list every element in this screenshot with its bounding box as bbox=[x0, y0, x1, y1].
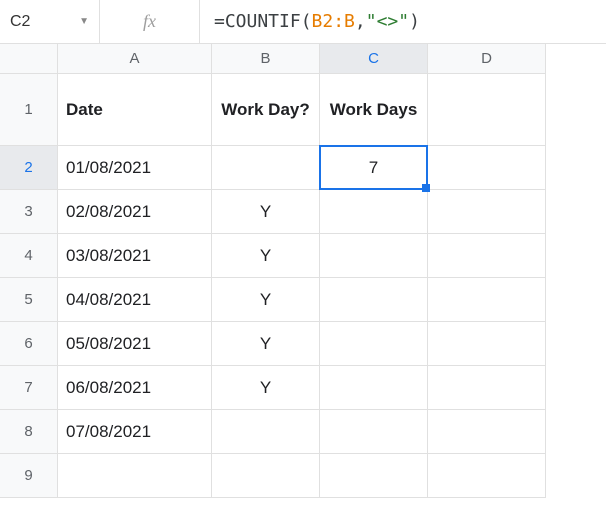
cell-A2[interactable]: 01/08/2021 bbox=[58, 146, 212, 190]
cell-B3[interactable]: Y bbox=[212, 190, 320, 234]
cell-A7[interactable]: 06/08/2021 bbox=[58, 366, 212, 410]
cell-C6[interactable] bbox=[320, 322, 428, 366]
cell-B1[interactable]: Work Day? bbox=[212, 74, 320, 146]
cell-A1-value: Date bbox=[66, 100, 103, 120]
col-header-D[interactable]: D bbox=[428, 44, 546, 74]
active-cell-outline: 7 bbox=[319, 145, 428, 190]
formula-range: B2:B bbox=[312, 11, 355, 32]
row-header-7[interactable]: 7 bbox=[0, 366, 58, 410]
fx-icon[interactable]: fx bbox=[100, 0, 200, 43]
formula-string: "<>" bbox=[366, 11, 409, 32]
cell-D3[interactable] bbox=[428, 190, 546, 234]
row-header-4[interactable]: 4 bbox=[0, 234, 58, 278]
cell-B7-value: Y bbox=[260, 378, 271, 398]
cell-B3-value: Y bbox=[260, 202, 271, 222]
cell-A8[interactable]: 07/08/2021 bbox=[58, 410, 212, 454]
cell-B1-value: Work Day? bbox=[221, 100, 310, 120]
cell-D9[interactable] bbox=[428, 454, 546, 498]
formula-comma: , bbox=[355, 11, 366, 32]
cell-B4[interactable]: Y bbox=[212, 234, 320, 278]
cell-A4[interactable]: 03/08/2021 bbox=[58, 234, 212, 278]
cell-B6[interactable]: Y bbox=[212, 322, 320, 366]
col-header-C[interactable]: C bbox=[320, 44, 428, 74]
cell-A6-value: 05/08/2021 bbox=[66, 334, 151, 354]
name-box-dropdown-icon[interactable]: ▼ bbox=[79, 16, 89, 27]
cell-C5[interactable] bbox=[320, 278, 428, 322]
row-header-8[interactable]: 8 bbox=[0, 410, 58, 454]
row-header-6[interactable]: 6 bbox=[0, 322, 58, 366]
cell-C2-value: 7 bbox=[369, 158, 378, 178]
formula-close-paren: ) bbox=[409, 11, 420, 32]
formula-open-paren: ( bbox=[301, 11, 312, 32]
cell-C4[interactable] bbox=[320, 234, 428, 278]
fill-handle[interactable] bbox=[422, 184, 430, 192]
formula-func: =COUNTIF bbox=[214, 11, 301, 32]
cell-B8[interactable] bbox=[212, 410, 320, 454]
col-header-B[interactable]: B bbox=[212, 44, 320, 74]
cell-A3-value: 02/08/2021 bbox=[66, 202, 151, 222]
spreadsheet-grid[interactable]: A B C D 1 Date Work Day? Work Days 2 01/… bbox=[0, 44, 606, 498]
cell-A5[interactable]: 04/08/2021 bbox=[58, 278, 212, 322]
cell-B5[interactable]: Y bbox=[212, 278, 320, 322]
cell-A8-value: 07/08/2021 bbox=[66, 422, 151, 442]
row-header-9[interactable]: 9 bbox=[0, 454, 58, 498]
cell-D6[interactable] bbox=[428, 322, 546, 366]
formula-input[interactable]: =COUNTIF(B2:B,"<>") bbox=[200, 0, 606, 43]
cell-B5-value: Y bbox=[260, 290, 271, 310]
row-header-3[interactable]: 3 bbox=[0, 190, 58, 234]
cell-B6-value: Y bbox=[260, 334, 271, 354]
select-all-corner[interactable] bbox=[0, 44, 58, 74]
cell-C1-value: Work Days bbox=[330, 100, 418, 120]
cell-B2[interactable] bbox=[212, 146, 320, 190]
formula-bar: C2 ▼ fx =COUNTIF(B2:B,"<>") bbox=[0, 0, 606, 44]
cell-D8[interactable] bbox=[428, 410, 546, 454]
cell-C2[interactable]: 7 bbox=[320, 146, 428, 190]
cell-A2-value: 01/08/2021 bbox=[66, 158, 151, 178]
cell-D1[interactable] bbox=[428, 74, 546, 146]
row-header-2[interactable]: 2 bbox=[0, 146, 58, 190]
cell-A7-value: 06/08/2021 bbox=[66, 378, 151, 398]
cell-A1[interactable]: Date bbox=[58, 74, 212, 146]
cell-C3[interactable] bbox=[320, 190, 428, 234]
col-header-A[interactable]: A bbox=[58, 44, 212, 74]
row-header-1[interactable]: 1 bbox=[0, 74, 58, 146]
cell-A6[interactable]: 05/08/2021 bbox=[58, 322, 212, 366]
cell-C7[interactable] bbox=[320, 366, 428, 410]
cell-D7[interactable] bbox=[428, 366, 546, 410]
cell-D2[interactable] bbox=[428, 146, 546, 190]
cell-D4[interactable] bbox=[428, 234, 546, 278]
cell-B4-value: Y bbox=[260, 246, 271, 266]
cell-C8[interactable] bbox=[320, 410, 428, 454]
cell-A3[interactable]: 02/08/2021 bbox=[58, 190, 212, 234]
cell-A9[interactable] bbox=[58, 454, 212, 498]
name-box[interactable]: C2 ▼ bbox=[0, 0, 100, 43]
name-box-value: C2 bbox=[10, 13, 30, 31]
cell-A4-value: 03/08/2021 bbox=[66, 246, 151, 266]
cell-C1[interactable]: Work Days bbox=[320, 74, 428, 146]
cell-C9[interactable] bbox=[320, 454, 428, 498]
cell-B7[interactable]: Y bbox=[212, 366, 320, 410]
cell-A5-value: 04/08/2021 bbox=[66, 290, 151, 310]
row-header-5[interactable]: 5 bbox=[0, 278, 58, 322]
cell-D5[interactable] bbox=[428, 278, 546, 322]
cell-B9[interactable] bbox=[212, 454, 320, 498]
